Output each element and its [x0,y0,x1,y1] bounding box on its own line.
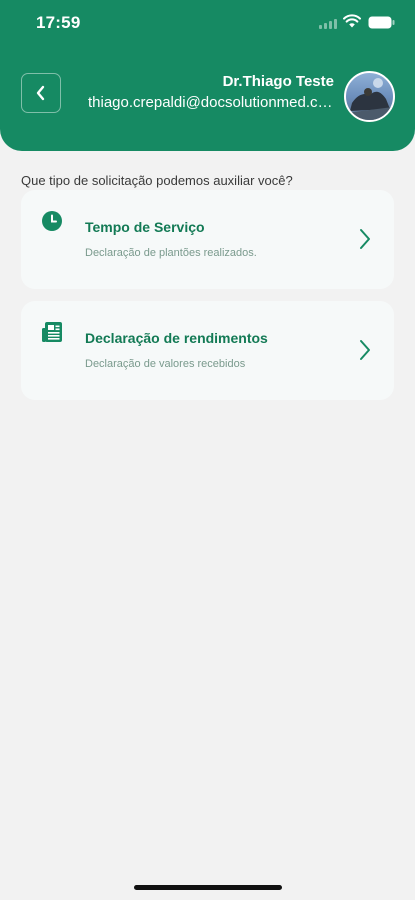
card-declaracao-de-rendimentos[interactable]: Declaração de rendimentos Declaração de … [21,301,394,400]
card-subtitle: Declaração de valores recebidos [85,358,246,370]
battery-icon [368,16,395,29]
avatar-photo [346,78,393,120]
chevron-right-icon [360,340,370,360]
cellular-signal-icon [319,19,339,29]
newspaper-icon [42,322,62,342]
status-bar: 17:59 [0,0,415,46]
request-type-prompt: Que tipo de solicitação podemos auxiliar… [21,173,293,188]
card-tempo-de-servico[interactable]: Tempo de Serviço Declaração de plantões … [21,190,394,289]
card-subtitle: Declaração de plantões realizados. [85,247,257,259]
home-indicator[interactable] [134,885,282,890]
clock-icon [42,211,62,231]
header: 17:59 Dr.Thiago Teste thiago.crepaldi@do… [0,0,415,151]
back-button[interactable] [21,73,61,113]
status-time: 17:59 [36,13,81,32]
card-title: Tempo de Serviço [85,219,205,235]
chevron-left-icon [36,85,45,101]
card-title: Declaração de rendimentos [85,330,268,346]
user-name: Dr.Thiago Teste [222,73,334,90]
user-email: thiago.crepaldi@docsolutionmed.com.br [88,94,334,111]
avatar[interactable] [344,71,395,122]
wifi-icon [343,14,361,28]
chevron-right-icon [360,229,370,249]
